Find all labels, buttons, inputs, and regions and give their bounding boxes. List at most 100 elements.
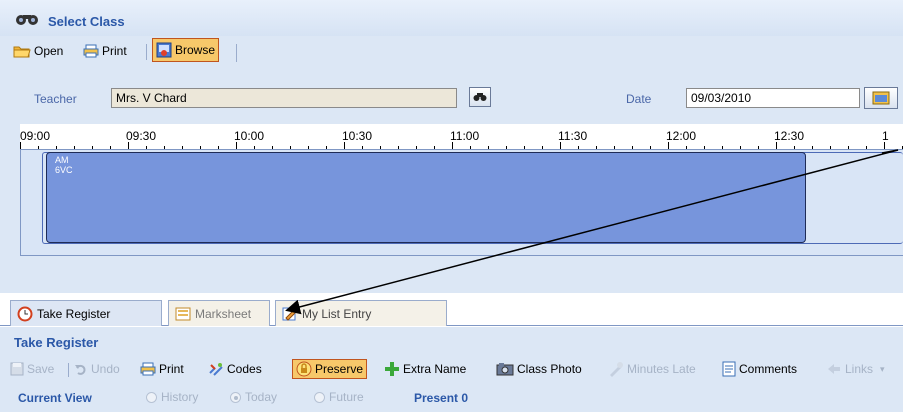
tab-take-register-label: Take Register — [37, 306, 111, 321]
timeline-minor-tick — [506, 146, 507, 149]
toolbar-separator — [236, 44, 237, 62]
timeline-minor-tick — [650, 146, 651, 149]
timeline-major-tick — [20, 142, 21, 149]
timeline-time-label: 10:00 — [234, 129, 265, 143]
timeline-minor-tick — [704, 146, 705, 149]
timeline-minor-tick — [38, 146, 39, 149]
links-button-label: Links — [845, 362, 874, 376]
take-register-title: Take Register — [14, 335, 99, 350]
take-register-toolbar: Save Undo Print Codes Preserve Extra Nam… — [10, 357, 903, 381]
timeline-minor-tick — [866, 146, 867, 149]
current-view-row: Current View History Today Future Presen… — [18, 390, 903, 408]
timeline-minor-tick — [74, 146, 75, 149]
view-history-radio[interactable]: History — [146, 390, 198, 404]
timeline-major-tick — [236, 142, 237, 149]
chevron-down-icon: ▾ — [880, 363, 885, 374]
timeline-time-label: 09:00 — [20, 129, 51, 143]
print-button-label: Print — [102, 44, 127, 58]
undo-icon — [75, 364, 86, 375]
preserve-button[interactable]: Preserve — [292, 359, 368, 379]
register-tab-strip: Take Register Marksheet My List Entry — [0, 298, 903, 326]
codes-icon — [209, 363, 223, 376]
timeline-major-tick — [128, 142, 129, 149]
view-history-label: History — [161, 390, 199, 404]
print-button[interactable]: Print — [80, 40, 130, 62]
preserve-button-label: Preserve — [315, 362, 364, 376]
view-today-label: Today — [245, 390, 278, 404]
view-future-radio[interactable]: Future — [314, 390, 364, 404]
present-value: 0 — [461, 391, 469, 405]
timeline-minor-tick — [164, 146, 165, 149]
lock-icon — [296, 361, 312, 377]
undo-button[interactable]: Undo — [74, 359, 120, 379]
minutes-late-button[interactable]: Minutes Late — [608, 359, 696, 379]
browse-button[interactable]: Browse — [152, 38, 220, 62]
binoculars-icon — [473, 93, 487, 101]
print-register-button[interactable]: Print — [140, 359, 184, 379]
printer-icon — [140, 362, 156, 376]
class-photo-button-label: Class Photo — [517, 362, 582, 376]
open-button-label: Open — [34, 44, 64, 58]
undo-button-label: Undo — [91, 362, 120, 376]
class-photo-button[interactable]: Class Photo — [496, 359, 582, 379]
browse-button-label: Browse — [175, 43, 216, 57]
timeline-minor-tick — [722, 146, 723, 149]
timeline-minor-tick — [596, 146, 597, 149]
select-class-toolbar: Open Print Browse — [0, 36, 903, 66]
calendar-icon — [872, 91, 890, 105]
take-register-panel: Take Register Save Undo Print Codes Pres… — [0, 327, 903, 412]
printer-icon — [83, 44, 99, 58]
timeline-minor-tick — [398, 146, 399, 149]
timeline-minor-tick — [416, 146, 417, 149]
toolbar-separator — [146, 44, 147, 60]
teacher-label: Teacher — [34, 92, 77, 106]
timeline-minor-tick — [488, 146, 489, 149]
links-button[interactable]: Links ▾ — [826, 359, 885, 379]
period-class-label: 6VC — [55, 165, 73, 175]
marksheet-icon — [175, 307, 191, 320]
find-teacher-button[interactable] — [469, 87, 491, 107]
timeline-minor-tick — [794, 146, 795, 149]
timeline-minor-tick — [614, 146, 615, 149]
tab-my-list-entry[interactable]: My List Entry — [275, 300, 447, 326]
timeline-major-tick — [776, 142, 777, 149]
present-count: Present 0 — [414, 391, 468, 405]
plus-icon — [385, 362, 399, 376]
clock-icon — [17, 306, 33, 321]
view-today-radio[interactable]: Today — [230, 390, 277, 404]
tab-take-register[interactable]: Take Register — [10, 300, 162, 326]
timeline-minor-tick — [254, 146, 255, 149]
calendar-button[interactable] — [864, 87, 898, 109]
timeline-minor-tick — [758, 146, 759, 149]
codes-button[interactable]: Codes — [208, 359, 262, 379]
view-future-label: Future — [329, 390, 364, 404]
timeline-minor-tick — [218, 146, 219, 149]
camera-icon — [496, 363, 514, 376]
radio-indicator — [146, 391, 157, 403]
comments-icon — [722, 361, 736, 377]
save-icon — [10, 362, 24, 376]
date-field[interactable]: 09/03/2010 — [686, 88, 860, 108]
teacher-field[interactable]: Mrs. V Chard — [111, 88, 457, 108]
timeline-minor-tick — [470, 146, 471, 149]
comments-button[interactable]: Comments — [722, 359, 797, 379]
binoculars-icon — [16, 15, 38, 25]
period-block[interactable]: AM 6VC — [46, 152, 806, 243]
select-class-title: Select Class — [48, 14, 125, 29]
open-button[interactable]: Open — [10, 40, 66, 62]
timeline-minor-tick — [578, 146, 579, 149]
timeline-major-tick — [560, 142, 561, 149]
save-button[interactable]: Save — [10, 359, 54, 379]
timeline-major-tick — [344, 142, 345, 149]
timeline-minor-tick — [308, 146, 309, 149]
timeline-minor-tick — [740, 146, 741, 149]
select-class-header: Select Class — [0, 0, 903, 36]
timeline-minor-tick — [92, 146, 93, 149]
extra-name-button-label: Extra Name — [403, 362, 467, 376]
tab-marksheet[interactable]: Marksheet — [168, 300, 270, 326]
timeline-minor-tick — [380, 146, 381, 149]
timeline-minor-tick — [434, 146, 435, 149]
timeline-minor-tick — [56, 146, 57, 149]
extra-name-button[interactable]: Extra Name — [384, 359, 466, 379]
date-label: Date — [626, 92, 652, 106]
